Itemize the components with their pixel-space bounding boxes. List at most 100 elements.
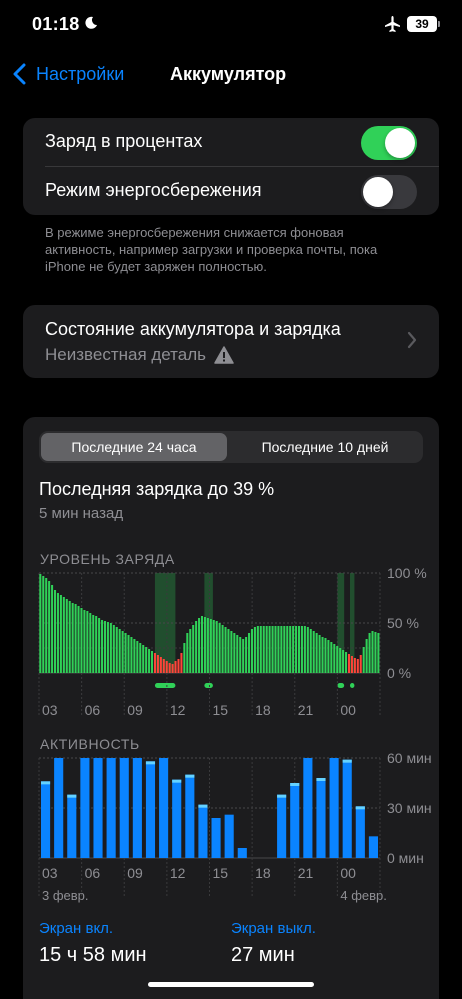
battery-level-bar — [180, 653, 183, 673]
battery-level-bar — [253, 627, 256, 673]
battery-level-bar — [227, 629, 230, 673]
battery-level-bar — [59, 595, 62, 673]
battery-level-bar — [124, 633, 127, 673]
battery-level-bar — [224, 627, 227, 673]
battery-level-bar — [48, 581, 51, 673]
battery-level-bar — [324, 638, 327, 673]
battery-level-bar — [256, 626, 259, 673]
battery-level-bar — [318, 635, 321, 673]
battery-level-bar — [171, 664, 174, 673]
level-y-tick-label: 0 % — [387, 665, 411, 681]
battery-level-bar — [148, 649, 151, 673]
battery-level-bar — [315, 633, 318, 673]
battery-level-bar — [200, 616, 204, 673]
activity-bar — [185, 774, 195, 858]
battery-level-bar — [62, 597, 65, 673]
battery-level-bar — [265, 626, 268, 673]
battery-level-bar — [377, 633, 380, 673]
activity-bar — [237, 848, 247, 858]
charging-indicator — [154, 683, 176, 688]
battery-level-bar — [306, 627, 309, 673]
battery-level-bar — [139, 643, 142, 673]
level-x-tick-label: 12 — [170, 702, 186, 718]
battery-level-bar — [92, 615, 95, 673]
battery-level-bar — [156, 655, 159, 673]
activity-bar-cap — [355, 806, 365, 810]
battery-level-bar — [262, 626, 265, 673]
back-button[interactable]: Настройки — [12, 60, 124, 88]
battery-level-bar — [371, 631, 374, 673]
battery-level-bar — [336, 646, 339, 673]
battery-level-bar — [345, 652, 348, 673]
activity-y-tick-label: 30 мин — [387, 800, 432, 816]
low-power-mode-label: Режим энергосбережения — [45, 180, 262, 200]
battery-level-bar — [162, 659, 165, 673]
battery-level-bar — [189, 629, 192, 673]
battery-level-bar — [339, 648, 342, 673]
battery-level-bar — [283, 626, 286, 673]
battery-level-bar — [51, 585, 54, 673]
battery-level-bar — [245, 637, 248, 673]
battery-level-bar — [183, 643, 186, 673]
activity-bar-cap — [67, 794, 77, 798]
activity-bar — [41, 781, 51, 858]
battery-level-bar — [53, 590, 57, 673]
battery-level-bar — [347, 654, 351, 673]
battery-level-bar — [165, 661, 168, 673]
activity-bar — [93, 758, 103, 858]
battery-level-bar — [86, 611, 89, 673]
level-x-tick-label: 03 — [42, 702, 58, 718]
screen-off-value: 27 мин — [231, 944, 295, 966]
level-y-tick-label: 100 % — [387, 565, 427, 581]
battery-level-bar — [83, 610, 86, 673]
battery-level-bar — [330, 642, 333, 673]
battery-level-bar — [192, 625, 195, 673]
battery-level-bar — [142, 645, 145, 673]
battery-level-bar — [89, 613, 92, 673]
activity-y-tick-label: 0 мин — [387, 850, 424, 866]
battery-level-bar — [221, 625, 224, 673]
battery-level-bar — [248, 633, 251, 673]
battery-level-bar — [312, 631, 315, 673]
battery-level-bar — [42, 576, 45, 673]
battery-percentage-toggle[interactable] — [361, 126, 417, 160]
charging-indicator — [349, 683, 355, 688]
battery-level-bar — [342, 650, 345, 673]
level-x-tick-label: 00 — [340, 702, 356, 718]
battery-level-bar — [101, 620, 104, 673]
activity-x-tick-label: 09 — [127, 865, 143, 881]
activity-bar-cap — [198, 804, 208, 808]
activity-bar — [355, 806, 365, 858]
battery-level-bar — [309, 629, 312, 673]
battery-level-bar — [151, 651, 154, 673]
activity-bar — [290, 783, 300, 858]
battery-health-row[interactable]: Состояние аккумулятора и зарядка Неизвес… — [23, 305, 439, 378]
activity-bar-cap — [41, 781, 51, 785]
battery-health-subtitle: Неизвестная деталь — [45, 345, 234, 365]
activity-bar — [119, 758, 129, 858]
activity-bar-cap — [145, 761, 156, 765]
battery-level-bar — [280, 626, 283, 673]
battery-level-bar — [356, 659, 359, 673]
battery-level-bar — [236, 635, 239, 673]
battery-level-bar — [286, 626, 289, 673]
nav-bar: Настройки Аккумулятор — [0, 54, 462, 94]
battery-level-bar — [321, 637, 324, 673]
battery-level-bar — [212, 620, 215, 673]
battery-level-bar — [127, 635, 130, 673]
activity-bar — [277, 794, 287, 858]
battery-level-bar — [295, 626, 298, 673]
battery-level-bar — [271, 626, 274, 673]
level-x-tick-label: 15 — [213, 702, 229, 718]
battery-level-bar — [195, 621, 198, 673]
battery-level-bar — [130, 637, 133, 673]
activity-x-tick-label: 03 — [42, 865, 58, 881]
battery-percentage-row: Заряд в процентах — [23, 118, 439, 167]
battery-level-bar — [274, 626, 277, 673]
activity-bar — [132, 758, 142, 858]
battery-level-bar — [218, 623, 221, 673]
low-power-mode-toggle[interactable] — [361, 175, 417, 209]
battery-level-bar — [277, 626, 280, 673]
charging-indicator — [204, 683, 213, 688]
battery-level-bar — [95, 616, 98, 673]
